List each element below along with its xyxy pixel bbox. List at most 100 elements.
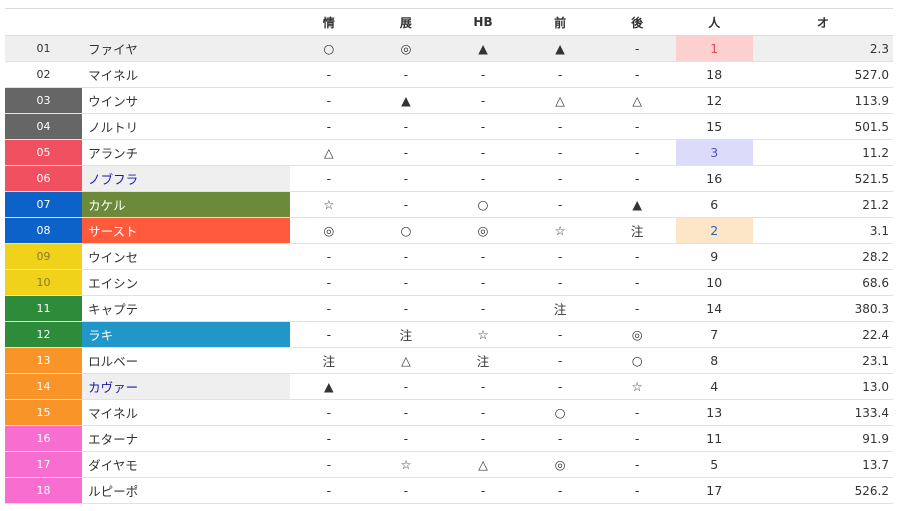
horse-name-cell[interactable]: ロルベー: [82, 347, 291, 374]
popularity-cell: 11: [675, 425, 753, 452]
mark-hb-cell: ☆: [444, 321, 522, 348]
mark-mae-cell: -: [521, 113, 599, 140]
horse-name-cell[interactable]: ラキ: [82, 321, 291, 348]
horse-name-cell[interactable]: エターナ: [82, 425, 291, 452]
odds-cell: 22.4: [752, 321, 893, 348]
popularity-cell: 4: [675, 373, 753, 400]
table-row[interactable]: 06 ノブフラ - - - - -16 521.5: [5, 165, 893, 192]
mark-hb-cell: -: [444, 399, 522, 426]
header-mark-mae[interactable]: 前: [521, 8, 599, 36]
mark-mae-cell: -: [521, 243, 599, 270]
mark-mae-cell: 注: [521, 295, 599, 322]
table-row[interactable]: 18 ルピーポ - - - - -17 526.2: [5, 477, 893, 504]
mark-ato-cell: -: [598, 61, 676, 88]
horse-name-cell[interactable]: エイシン: [82, 269, 291, 296]
odds-cell: 91.9: [752, 425, 893, 452]
popularity-cell: 1: [675, 35, 753, 62]
horse-number-cell: 15: [5, 399, 83, 426]
popularity-cell: 13: [675, 399, 753, 426]
horse-name-cell[interactable]: カヴァー: [82, 373, 291, 400]
horse-name-cell[interactable]: マイネル: [82, 399, 291, 426]
table-row[interactable]: 04 ノルトリ - - - - -15 501.5: [5, 113, 893, 140]
header-row: 情 展 HB 前 後 人 オ: [5, 8, 893, 36]
table-row[interactable]: 01 ファイヤ ○ ◎ ▲ ▲ -1 2.3: [5, 35, 893, 62]
horse-name-cell[interactable]: ウインサ: [82, 87, 291, 114]
mark-ten-cell: -: [367, 139, 445, 166]
horse-number-cell: 10: [5, 269, 83, 296]
header-mark-ato[interactable]: 後: [598, 8, 676, 36]
odds-cell: 527.0: [752, 61, 893, 88]
table-row[interactable]: 17 ダイヤモ - ☆ △ ◎ -5 13.7: [5, 451, 893, 478]
mark-hb-cell: -: [444, 295, 522, 322]
horse-name-cell[interactable]: カケル: [82, 191, 291, 218]
header-mark-hb[interactable]: HB: [444, 8, 522, 36]
table-row[interactable]: 08 サースト ◎ ○ ◎ ☆ 注 2 3.1: [5, 217, 893, 244]
horse-number-cell: 14: [5, 373, 83, 400]
horse-number-cell: 03: [5, 87, 83, 114]
horse-name-cell[interactable]: ウインセ: [82, 243, 291, 270]
popularity-cell: 15: [675, 113, 753, 140]
popularity-cell: 14: [675, 295, 753, 322]
mark-mae-cell: -: [521, 373, 599, 400]
odds-cell: 3.1: [752, 217, 893, 244]
header-popularity[interactable]: 人: [675, 8, 753, 36]
mark-jou-cell: △: [290, 139, 368, 166]
mark-ato-cell: -: [598, 477, 676, 504]
table-row[interactable]: 12 ラキ - 注 ☆ - ◎ 7 22.4: [5, 321, 893, 348]
horse-name-cell[interactable]: ファイヤ: [82, 35, 291, 62]
table-row[interactable]: 14 カヴァー ▲ - - - ☆ 4 13.0: [5, 373, 893, 400]
mark-hb-cell: ○: [444, 191, 522, 218]
header-mark-jou[interactable]: 情: [290, 8, 368, 36]
mark-hb-cell: ◎: [444, 217, 522, 244]
table-row[interactable]: 10 エイシン - - - - -10 68.6: [5, 269, 893, 296]
horse-table: 情 展 HB 前 後 人 オ 01 ファイヤ ○ ◎ ▲ ▲ -1 2.3 02 マイネル - - - -…: [5, 8, 893, 504]
mark-jou-cell: -: [290, 113, 368, 140]
mark-ato-cell: -: [598, 269, 676, 296]
odds-cell: 133.4: [752, 399, 893, 426]
mark-hb-cell: -: [444, 139, 522, 166]
popularity-cell: 12: [675, 87, 753, 114]
mark-jou-cell: -: [290, 295, 368, 322]
mark-mae-cell: -: [521, 425, 599, 452]
popularity-cell: 2: [675, 217, 753, 244]
table-row[interactable]: 09 ウインセ - - - - -9 28.2: [5, 243, 893, 270]
horse-name-cell[interactable]: ノルトリ: [82, 113, 291, 140]
horse-name-cell[interactable]: マイネル: [82, 61, 291, 88]
mark-ato-cell: ◎: [598, 321, 676, 348]
horse-name-cell[interactable]: キャプテ: [82, 295, 291, 322]
mark-ato-cell: △: [598, 87, 676, 114]
table-row[interactable]: 11 キャプテ - - - 注 -14 380.3: [5, 295, 893, 322]
odds-cell: 28.2: [752, 243, 893, 270]
header-name: [82, 8, 291, 36]
horse-name-cell[interactable]: ノブフラ: [82, 165, 291, 192]
mark-ten-cell: ▲: [367, 87, 445, 114]
mark-ten-cell: ◎: [367, 35, 445, 62]
popularity-cell: 10: [675, 269, 753, 296]
mark-jou-cell: -: [290, 399, 368, 426]
mark-ato-cell: -: [598, 425, 676, 452]
mark-jou-cell: ◎: [290, 217, 368, 244]
table-row[interactable]: 13 ロルベー注 △ 注 - ○ 8 23.1: [5, 347, 893, 374]
table-row[interactable]: 15 マイネル - - - ○ -13 133.4: [5, 399, 893, 426]
table-row[interactable]: 07 カケル ☆ - ○ - ▲ 6 21.2: [5, 191, 893, 218]
header-odds[interactable]: オ: [752, 8, 893, 36]
table-row[interactable]: 05 アランチ △ - - - -3 11.2: [5, 139, 893, 166]
mark-ato-cell: ☆: [598, 373, 676, 400]
mark-jou-cell: ○: [290, 35, 368, 62]
mark-ten-cell: -: [367, 425, 445, 452]
table-row[interactable]: 02 マイネル - - - - -18 527.0: [5, 61, 893, 88]
horse-name-cell[interactable]: ルピーポ: [82, 477, 291, 504]
popularity-cell: 9: [675, 243, 753, 270]
table-row[interactable]: 16 エターナ - - - - -11 91.9: [5, 425, 893, 452]
horse-name-cell[interactable]: サースト: [82, 217, 291, 244]
header-mark-ten[interactable]: 展: [367, 8, 445, 36]
horse-name-cell[interactable]: ダイヤモ: [82, 451, 291, 478]
popularity-cell: 5: [675, 451, 753, 478]
mark-ten-cell: -: [367, 373, 445, 400]
mark-jou-cell: ▲: [290, 373, 368, 400]
mark-jou-cell: -: [290, 243, 368, 270]
table-row[interactable]: 03 ウインサ - ▲ - △ △ 12 113.9: [5, 87, 893, 114]
mark-mae-cell: ☆: [521, 217, 599, 244]
popularity-cell: 17: [675, 477, 753, 504]
horse-name-cell[interactable]: アランチ: [82, 139, 291, 166]
